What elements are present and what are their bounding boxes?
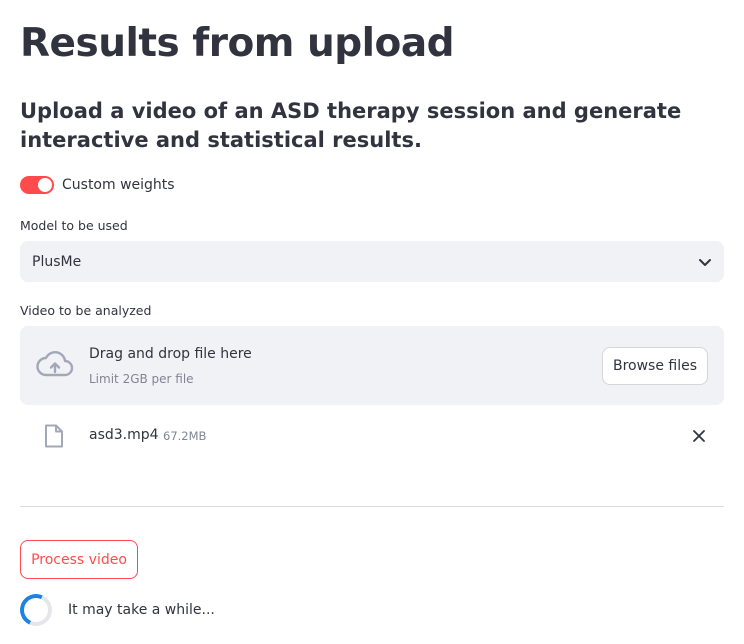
custom-weights-label: Custom weights: [62, 177, 175, 193]
model-select-value: PlusMe: [32, 253, 82, 270]
dropzone-instructions: Drag and drop file here: [89, 346, 252, 362]
uploaded-file-row: asd3.mp4 67.2MB: [20, 420, 724, 452]
chevron-down-icon[interactable]: [698, 255, 712, 269]
dropzone-limit: Limit 2GB per file: [89, 372, 194, 386]
uploader-label: Video to be analyzed: [20, 303, 152, 318]
spinner-icon: [15, 589, 57, 631]
custom-weights-toggle-row[interactable]: Custom weights: [20, 174, 175, 196]
uploaded-file-size: 67.2MB: [163, 429, 207, 443]
browse-files-button[interactable]: Browse files: [602, 347, 708, 385]
cloud-upload-icon: [36, 351, 74, 377]
loading-status: It may take a while...: [15, 589, 215, 631]
toggle-knob: [38, 178, 52, 192]
divider: [20, 506, 724, 507]
file-dropzone[interactable]: Drag and drop file here Limit 2GB per fi…: [20, 326, 724, 405]
page-title: Results from upload: [20, 21, 455, 66]
custom-weights-toggle[interactable]: [20, 176, 54, 194]
model-select[interactable]: PlusMe: [20, 241, 724, 282]
uploaded-file-name: asd3.mp4: [89, 427, 159, 443]
model-select-label: Model to be used: [20, 218, 128, 233]
loading-status-text: It may take a while...: [68, 602, 215, 618]
process-video-button[interactable]: Process video: [20, 540, 138, 579]
file-icon: [45, 424, 63, 448]
app-page: Results from upload Upload a video of an…: [0, 0, 744, 644]
close-icon[interactable]: [692, 429, 706, 443]
page-subtitle: Upload a video of an ASD therapy session…: [20, 99, 682, 152]
